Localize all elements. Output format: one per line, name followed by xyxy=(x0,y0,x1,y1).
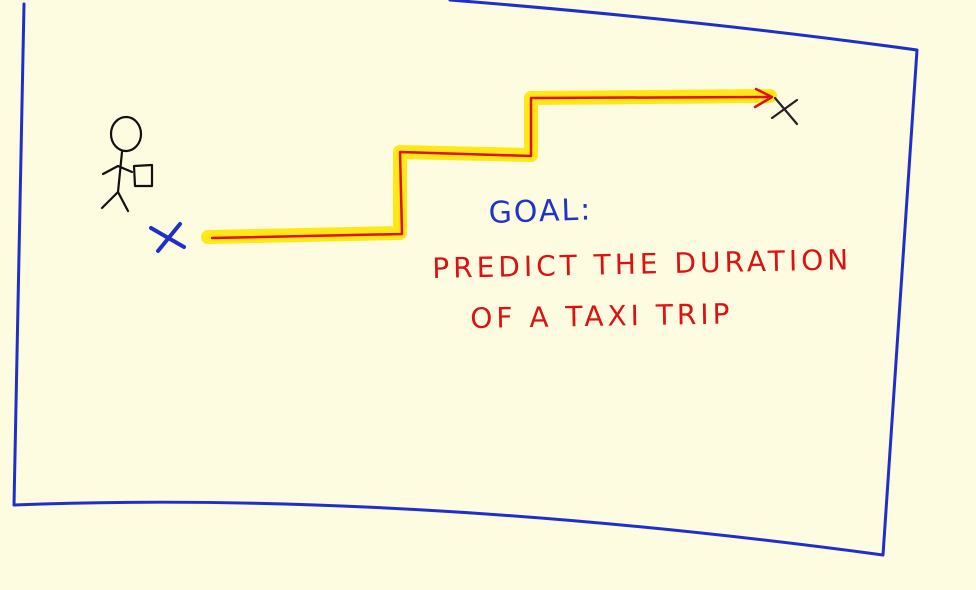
start-x-marker-icon xyxy=(149,222,186,253)
figure-body xyxy=(116,150,124,194)
whiteboard-canvas: GOAL: PREDICT THE DURATION OF A TAXI TRI… xyxy=(0,0,976,590)
goal-title: GOAL: xyxy=(488,192,593,231)
whiteboard-drawing xyxy=(12,0,919,557)
goal-text-line-2: OF A TAXI TRIP xyxy=(470,297,734,335)
end-x-marker-icon xyxy=(770,96,799,126)
figure-bag xyxy=(132,163,154,188)
stick-figure-icon xyxy=(100,115,154,213)
figure-arms xyxy=(101,164,134,176)
figure-legs xyxy=(100,190,130,213)
figure-head xyxy=(109,115,143,153)
